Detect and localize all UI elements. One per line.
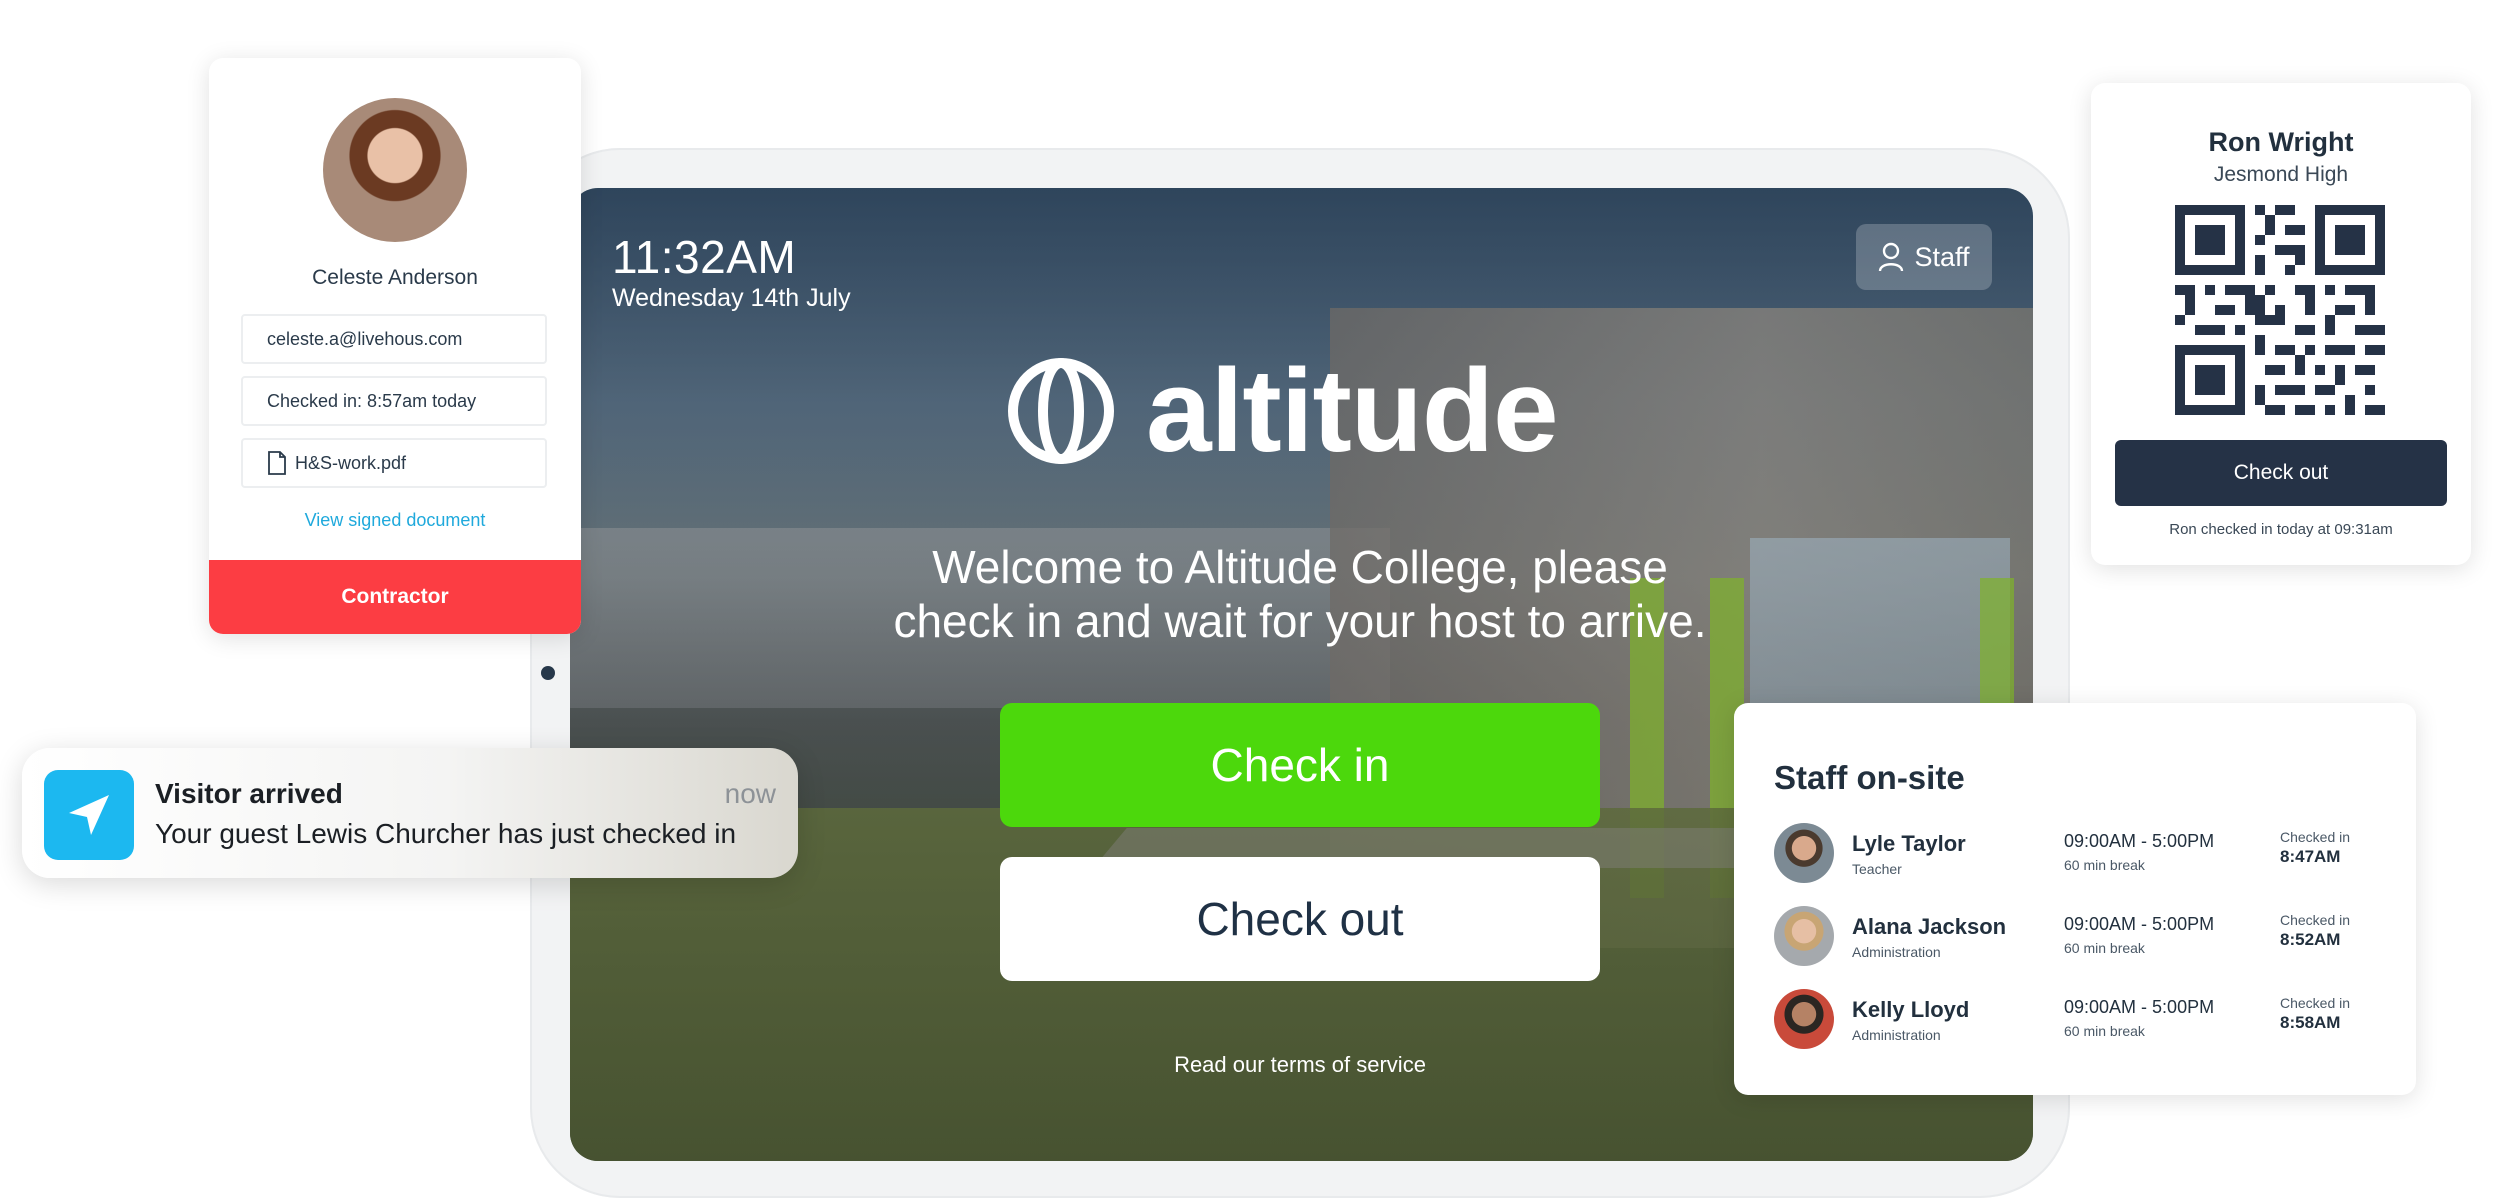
visitor-checked-in: Checked in: 8:57am today (241, 376, 547, 426)
welcome-message: Welcome to Altitude College, please chec… (830, 540, 1770, 648)
camera-dot (541, 666, 555, 680)
staff-hours: 09:00AM - 5:00PM (2064, 831, 2215, 851)
staff-button[interactable]: Staff (1856, 224, 1992, 290)
check-in-button[interactable]: Check in (1000, 703, 1600, 827)
notification-time: now (724, 778, 776, 809)
visitor-document[interactable]: H&S-work.pdf (241, 438, 547, 488)
globe-logo-icon (1008, 358, 1114, 464)
badge-check-out-button[interactable]: Check out (2115, 440, 2447, 506)
staff-row[interactable]: Lyle Taylor Teacher 09:00AM - 5:00PM 60 … (1774, 823, 2394, 889)
staff-checked-in-label: Checked in (2280, 829, 2351, 845)
badge-check-in-note: Ron checked in today at 09:31am (2169, 521, 2393, 538)
location-arrow-icon (69, 795, 109, 835)
visitor-email: celeste.a@livehous.com (241, 314, 547, 364)
view-signed-document-link[interactable]: View signed document (209, 510, 581, 531)
altitude-logo: altitude (1006, 345, 1559, 477)
staff-name: Lyle Taylor (1852, 831, 1966, 856)
staff-checked-in-label: Checked in (2280, 912, 2351, 928)
notification-body: Your guest Lewis Churcher has just check… (155, 818, 737, 849)
staff-avatar (1774, 906, 1834, 966)
check-out-button[interactable]: Check out (1000, 857, 1600, 981)
welcome-line-2: check in and wait for your host to arriv… (893, 595, 1707, 647)
visitor-document-name: H&S-work.pdf (295, 452, 407, 473)
staff-onsite-card: Staff on-site Lyle Taylor Teacher 09:00A… (1734, 703, 2416, 1095)
staff-avatar (1774, 823, 1834, 883)
terms-link[interactable]: Read our terms of service (1000, 1052, 1600, 1078)
staff-break: 60 min break (2064, 940, 2145, 956)
clock-time: 11:32AM (612, 231, 797, 283)
staff-hours: 09:00AM - 5:00PM (2064, 914, 2215, 934)
staff-avatar (1774, 989, 1834, 1049)
staff-button-label: Staff (1914, 241, 1970, 272)
badge-school: Jesmond High (2213, 163, 2349, 186)
visitor-avatar (323, 98, 467, 242)
badge-name: Ron Wright (2208, 127, 2354, 157)
staff-checked-in-label: Checked in (2280, 995, 2351, 1011)
clock-date: Wednesday 14th July (612, 284, 851, 312)
staff-checked-in-time: 8:47AM (2280, 847, 2341, 866)
staff-checked-in-time: 8:58AM (2280, 1013, 2341, 1032)
staff-name: Alana Jackson (1852, 914, 2007, 939)
notification-title: Visitor arrived (155, 778, 343, 809)
qr-code-icon (2175, 205, 2385, 415)
staff-checked-in-time: 8:52AM (2280, 930, 2341, 949)
visitor-name: Celeste Anderson (312, 266, 478, 289)
staff-break: 60 min break (2064, 1023, 2145, 1039)
visitor-card: Celeste Anderson celeste.a@livehous.com … (209, 58, 581, 634)
user-icon (1879, 242, 1904, 272)
staff-role: Teacher (1852, 861, 1902, 877)
file-icon (268, 451, 286, 475)
notification-app-icon (44, 770, 134, 860)
visitor-role-banner: Contractor (209, 560, 581, 634)
visitor-badge-card: Ron Wright Jesmond High Check out Ron ch… (2091, 83, 2471, 565)
staff-break: 60 min break (2064, 857, 2145, 873)
staff-row[interactable]: Alana Jackson Administration 09:00AM - 5… (1774, 906, 2394, 972)
staff-role: Administration (1852, 944, 1941, 960)
welcome-line-1: Welcome to Altitude College, please (932, 541, 1668, 593)
staff-row[interactable]: Kelly Lloyd Administration 09:00AM - 5:0… (1774, 989, 2394, 1055)
staff-role: Administration (1852, 1027, 1941, 1043)
logo-text: altitude (1146, 345, 1559, 477)
staff-onsite-title: Staff on-site (1774, 759, 1965, 796)
visitor-arrived-notification[interactable]: Visitor arrived now Your guest Lewis Chu… (22, 748, 798, 878)
staff-name: Kelly Lloyd (1852, 997, 1970, 1022)
visitor-email-text: celeste.a@livehous.com (267, 328, 463, 349)
staff-hours: 09:00AM - 5:00PM (2064, 997, 2215, 1017)
visitor-checked-in-text: Checked in: 8:57am today (267, 390, 477, 411)
